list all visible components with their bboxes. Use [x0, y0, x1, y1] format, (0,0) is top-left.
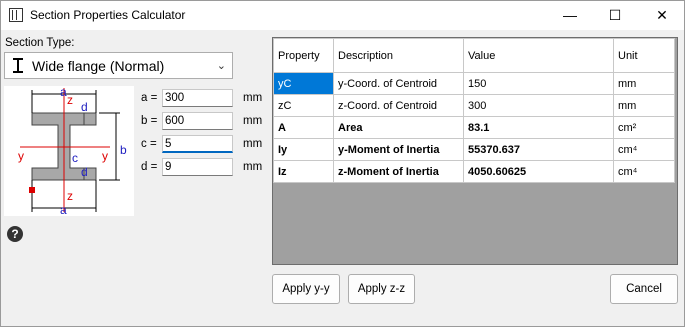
dim-b: b — [120, 143, 127, 157]
cell-property[interactable]: Iy — [273, 138, 334, 161]
section-diagram: a a b c d d y y z z — [4, 85, 134, 217]
minimize-button[interactable]: — — [547, 0, 593, 30]
axis-y-right: y — [102, 149, 108, 163]
section-type-select[interactable]: Wide flange (Normal) ⌄ — [4, 52, 233, 79]
cell-property[interactable]: A — [273, 116, 334, 139]
axis-z-bottom: z — [67, 189, 73, 203]
param-a-label: a = — [141, 92, 158, 104]
param-d-unit: mm — [243, 161, 263, 173]
app-icon — [9, 8, 23, 22]
cell-value[interactable]: 83.1 — [463, 116, 614, 139]
dim-a-top: a — [60, 86, 67, 99]
cell-value[interactable]: 55370.637 — [463, 138, 614, 161]
col-header-description[interactable]: Description — [333, 38, 464, 73]
param-d-input[interactable]: 9 — [162, 158, 233, 176]
results-table: Property Description Value Unit yC y-Coo… — [273, 38, 675, 183]
window-title: Section Properties Calculator — [30, 8, 186, 22]
cell-property[interactable]: Iz — [273, 160, 334, 183]
apply-yy-button[interactable]: Apply y-y — [272, 274, 340, 304]
dim-a-bottom: a — [60, 203, 67, 216]
dim-c: c — [72, 151, 78, 165]
axis-z-top: z — [67, 93, 73, 107]
cell-unit[interactable]: cm² — [613, 116, 675, 139]
param-d-label: d = — [141, 161, 158, 173]
dim-d-top: d — [81, 100, 88, 114]
dim-d-bottom: d — [81, 165, 88, 179]
cell-unit[interactable]: cm⁴ — [613, 160, 675, 183]
table-header-row: Property Description Value Unit — [273, 38, 675, 73]
title-bar: Section Properties Calculator — ☐ ✕ — [0, 0, 685, 30]
param-c-unit: mm — [243, 138, 263, 150]
table-row[interactable]: Iy y-Moment of Inertia 55370.637 cm⁴ — [273, 138, 675, 161]
section-type-value: Wide flange (Normal) — [32, 58, 165, 74]
col-header-property[interactable]: Property — [273, 38, 334, 73]
maximize-button[interactable]: ☐ — [592, 0, 638, 30]
col-header-value[interactable]: Value — [463, 38, 614, 73]
cell-description[interactable]: y-Coord. of Centroid — [333, 72, 464, 95]
cell-description[interactable]: z-Moment of Inertia — [333, 160, 464, 183]
results-grid[interactable]: Property Description Value Unit yC y-Coo… — [272, 37, 678, 265]
axis-y-left: y — [18, 149, 24, 163]
cell-description[interactable]: y-Moment of Inertia — [333, 138, 464, 161]
chevron-down-icon: ⌄ — [216, 60, 226, 72]
col-header-unit[interactable]: Unit — [613, 38, 675, 73]
cell-description[interactable]: z-Coord. of Centroid — [333, 94, 464, 117]
cell-value[interactable]: 4050.60625 — [463, 160, 614, 183]
help-icon[interactable]: ? — [7, 226, 23, 242]
table-row[interactable]: A Area 83.1 cm² — [273, 116, 675, 139]
param-c-input[interactable]: 5 — [162, 135, 233, 153]
cell-property[interactable]: zC — [273, 94, 334, 117]
param-a-unit: mm — [243, 92, 263, 104]
param-b-unit: mm — [243, 115, 263, 127]
cell-unit[interactable]: mm — [613, 72, 675, 95]
table-row[interactable]: Iz z-Moment of Inertia 4050.60625 cm⁴ — [273, 160, 675, 183]
cell-value[interactable]: 150 — [463, 72, 614, 95]
cell-value[interactable]: 300 — [463, 94, 614, 117]
param-b-label: b = — [141, 115, 158, 127]
close-button[interactable]: ✕ — [639, 0, 685, 30]
table-row[interactable]: yC y-Coord. of Centroid 150 mm — [273, 72, 675, 95]
cell-property[interactable]: yC — [273, 72, 334, 95]
param-c-label: c = — [141, 138, 157, 150]
table-row[interactable]: zC z-Coord. of Centroid 300 mm — [273, 94, 675, 117]
param-b-input[interactable]: 600 — [162, 112, 233, 130]
cell-description[interactable]: Area — [333, 116, 464, 139]
cancel-button[interactable]: Cancel — [610, 274, 678, 304]
param-a-input[interactable]: 300 — [162, 89, 233, 107]
section-type-label: Section Type: — [5, 37, 75, 49]
cell-unit[interactable]: cm⁴ — [613, 138, 675, 161]
i-beam-icon — [13, 58, 23, 73]
apply-zz-button[interactable]: Apply z-z — [348, 274, 415, 304]
cell-unit[interactable]: mm — [613, 94, 675, 117]
